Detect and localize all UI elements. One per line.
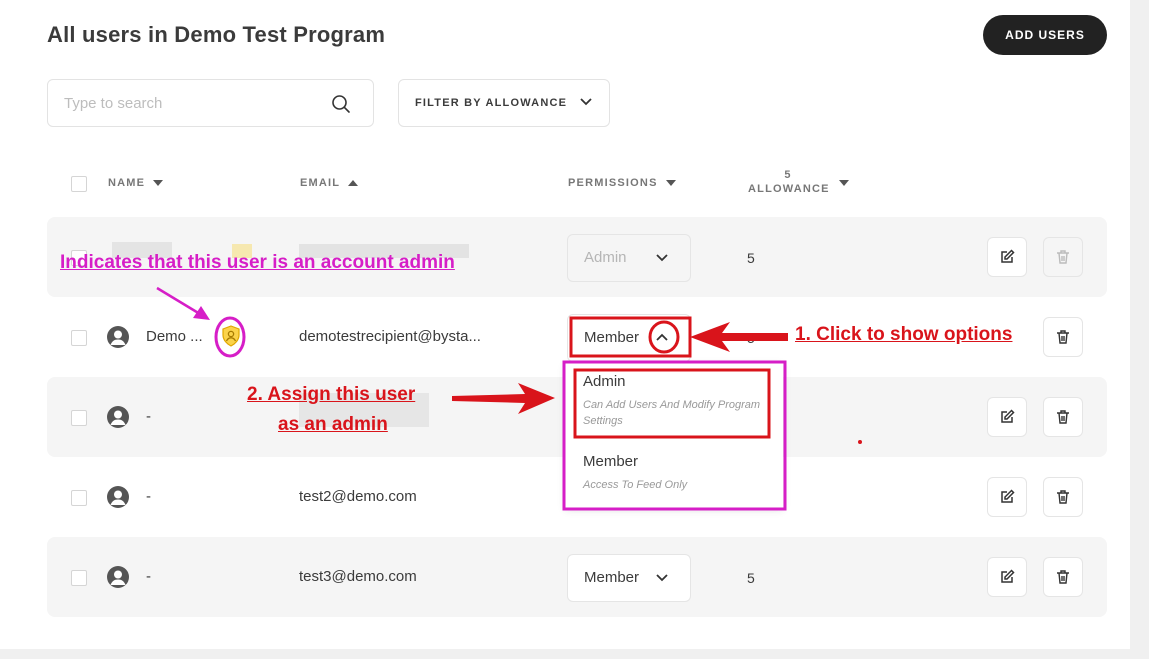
allowance-value: 5: [747, 570, 755, 586]
option-description: Access To Feed Only: [583, 479, 688, 491]
search-icon: [332, 95, 350, 113]
column-header-email[interactable]: EMAIL: [300, 177, 359, 189]
page-title: All users in Demo Test Program: [47, 22, 386, 47]
user-avatar-icon: [107, 326, 129, 348]
user-name: -: [146, 568, 151, 585]
admin-indicator-annotation: Indicates that this user is an account a…: [60, 252, 455, 273]
sort-arrow-icon: [839, 180, 849, 186]
filter-label: FILTER BY ALLOWANCE: [415, 97, 568, 109]
edit-button[interactable]: [987, 557, 1027, 597]
allowance-value: 5: [747, 250, 755, 266]
chevron-down-icon: [656, 254, 668, 262]
search-input[interactable]: Type to search: [47, 79, 374, 127]
column-header-email-label: EMAIL: [300, 177, 341, 189]
trash-icon: [1057, 570, 1069, 584]
delete-button[interactable]: [1043, 477, 1083, 517]
column-header-name[interactable]: NAME: [108, 177, 164, 189]
permission-dropdown-menu: Admin Can Add Users And Modify Program S…: [565, 363, 783, 508]
admin-shield-icon: [222, 325, 240, 347]
row-checkbox[interactable]: [71, 330, 87, 346]
permission-select[interactable]: Member: [567, 314, 691, 362]
row-checkbox[interactable]: [71, 410, 87, 426]
trash-icon: [1057, 330, 1069, 344]
sort-arrow-icon: [348, 179, 359, 186]
user-email: test2@demo.com: [299, 488, 417, 505]
filter-by-allowance-dropdown[interactable]: FILTER BY ALLOWANCE: [398, 79, 610, 127]
edit-icon: [1001, 409, 1015, 423]
permission-value: Admin: [584, 249, 627, 266]
option-title: Admin: [583, 373, 626, 390]
sort-arrow-icon: [153, 179, 164, 186]
delete-button[interactable]: [1043, 397, 1083, 437]
chevron-up-icon: [656, 333, 668, 341]
table-row: - test3@demo.com Member 5: [47, 537, 1107, 617]
column-header-name-label: NAME: [108, 177, 146, 189]
menu-option-admin[interactable]: Admin Can Add Users And Modify Program S…: [565, 363, 783, 441]
user-name: Demo ...: [146, 328, 203, 345]
user-name: -: [146, 488, 151, 505]
column-header-allowance-label: ALLOWANCE: [748, 183, 830, 195]
trash-icon: [1057, 410, 1069, 424]
permission-value: Member: [584, 569, 640, 586]
edit-button[interactable]: [987, 397, 1027, 437]
step2-annotation-line1: 2. Assign this user: [247, 384, 416, 405]
add-users-button[interactable]: ADD USERS: [983, 15, 1107, 55]
user-email: demotestrecipient@bysta...: [299, 328, 481, 345]
permission-value: Member: [584, 329, 640, 346]
column-header-permissions-label: PERMISSIONS: [568, 177, 658, 189]
permission-select-disabled: Admin: [567, 234, 691, 282]
user-avatar-icon: [107, 406, 129, 428]
trash-icon: [1057, 250, 1069, 264]
column-header-permissions[interactable]: PERMISSIONS: [568, 177, 676, 189]
row-checkbox[interactable]: [71, 570, 87, 586]
chevron-down-icon: [580, 98, 592, 106]
delete-button[interactable]: [1043, 317, 1083, 357]
delete-button[interactable]: [1043, 557, 1083, 597]
column-header-allowance-count: 5: [784, 169, 792, 181]
edit-icon: [1001, 489, 1015, 503]
column-header-allowance[interactable]: 5 ALLOWANCE: [748, 169, 828, 195]
sort-arrow-icon: [665, 179, 676, 186]
option-title: Member: [583, 453, 639, 470]
row-checkbox[interactable]: [71, 490, 87, 506]
edit-icon: [1001, 569, 1015, 583]
step2-annotation-line2: as an admin: [278, 414, 388, 435]
menu-option-member[interactable]: Member Access To Feed Only: [565, 443, 783, 505]
select-all-checkbox[interactable]: [71, 176, 87, 192]
user-name: -: [146, 408, 151, 425]
option-description: Can Add Users And Modify Program Setting…: [583, 399, 761, 427]
edit-button[interactable]: [987, 237, 1027, 277]
delete-button-disabled: [1043, 237, 1083, 277]
permission-select[interactable]: Member: [567, 554, 691, 602]
search-placeholder: Type to search: [64, 95, 163, 112]
edit-icon: [1001, 249, 1015, 263]
user-avatar-icon: [107, 566, 129, 588]
chevron-down-icon: [656, 574, 668, 582]
trash-icon: [1057, 490, 1069, 504]
user-avatar-icon: [107, 486, 129, 508]
edit-button[interactable]: [987, 477, 1027, 517]
step1-annotation: 1. Click to show options: [795, 324, 1013, 345]
allowance-value: 5: [747, 330, 755, 346]
user-email: test3@demo.com: [299, 568, 417, 585]
